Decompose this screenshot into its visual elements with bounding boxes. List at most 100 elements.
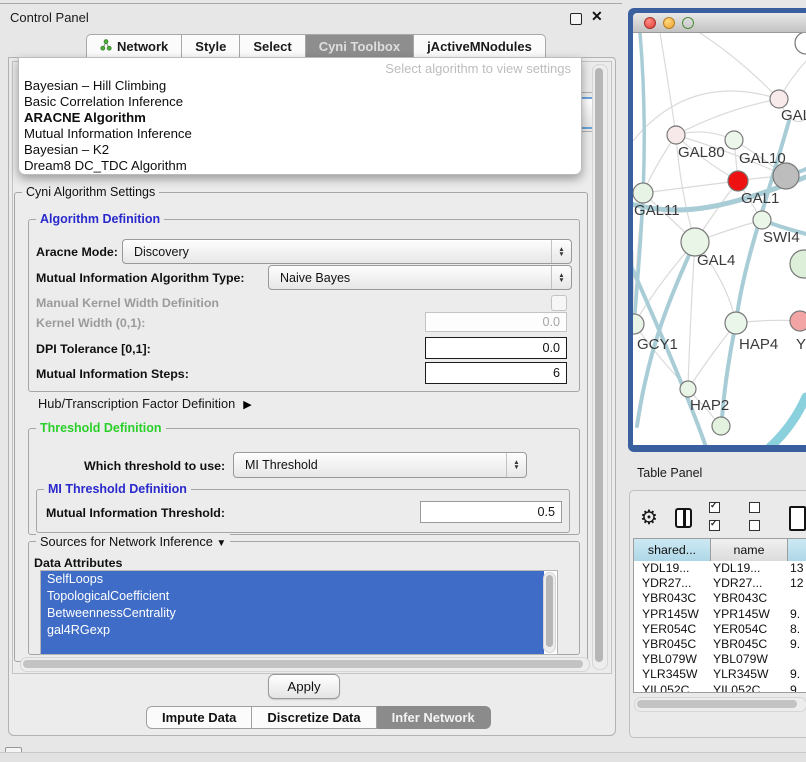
tab-cyni-toolbox[interactable]: Cyni Toolbox	[306, 34, 414, 58]
algorithm-item[interactable]: Basic Correlation Inference	[19, 94, 581, 110]
dpi-tolerance-field[interactable]: 0.0	[425, 337, 567, 359]
control-panel-top-border	[0, 3, 622, 4]
cell-shared: YER054C	[634, 622, 708, 637]
algorithm-item[interactable]: Bayesian – K2	[19, 142, 581, 158]
table-row[interactable]: YPR145WYPR145W9.	[634, 607, 806, 622]
kernel-width-label: Kernel Width (0,1):	[36, 316, 145, 330]
bottom-status-bar	[0, 752, 806, 762]
bottom-tabbar: Impute Data Discretize Data Infer Networ…	[146, 706, 491, 729]
zoom-traffic-light-icon[interactable]	[682, 17, 694, 29]
apply-button[interactable]: Apply	[268, 674, 340, 699]
hub-definition-label: Hub/Transcription Factor Definition	[38, 396, 235, 411]
cell-name: YBL079W	[708, 652, 782, 667]
network-node-gal11[interactable]	[633, 183, 653, 203]
network-node[interactable]	[712, 417, 730, 435]
cell-value	[782, 652, 806, 667]
network-node[interactable]	[790, 250, 806, 278]
node-label: SWI4	[763, 229, 800, 246]
table-row[interactable]: YDR27...YDR27...12	[634, 576, 806, 591]
sources-title: Sources for Network Inference	[40, 534, 213, 549]
node-label: HAP2	[690, 397, 729, 414]
network-node-hap2[interactable]	[680, 381, 696, 397]
algorithm-item[interactable]: Dream8 DC_TDC Algorithm	[19, 158, 581, 174]
network-node-y[interactable]	[790, 311, 806, 331]
which-threshold-combobox[interactable]: MI Threshold ▲▼	[233, 452, 527, 478]
which-threshold-value: MI Threshold	[245, 458, 318, 472]
combo-arrows-icon: ▲▼	[551, 266, 571, 289]
network-node-hap4[interactable]	[725, 312, 747, 334]
data-attributes-list: SelfLoops TopologicalCoefficient Between…	[40, 570, 558, 655]
table-row[interactable]: YDL19...YDL19...13	[634, 561, 806, 576]
aracne-mode-label: Aracne Mode:	[36, 245, 118, 259]
table-panel-toolbar: ⚙	[640, 502, 806, 534]
hub-definition-toggle[interactable]: Hub/Transcription Factor Definition▶	[38, 396, 252, 411]
tab-discretize-data[interactable]: Discretize Data	[252, 706, 376, 729]
network-node-gal[interactable]	[770, 90, 788, 108]
table-row[interactable]: YLR345WYLR345W9.	[634, 667, 806, 682]
settings-vertical-scrollbar[interactable]	[592, 64, 608, 670]
split-columns-icon[interactable]	[675, 508, 692, 528]
table-row[interactable]: YER054CYER054C8.	[634, 622, 806, 637]
column-header-shared[interactable]: shared...	[634, 539, 711, 561]
algorithm-item[interactable]: Mutual Information Inference	[19, 126, 581, 142]
cell-shared: YBR043C	[634, 591, 708, 606]
attribute-item[interactable]: TopologicalCoefficient	[41, 588, 557, 605]
column-header-cutoff[interactable]	[788, 539, 806, 561]
node-label: GCY1	[637, 336, 678, 353]
table-row[interactable]: YBR043CYBR043C	[634, 591, 806, 606]
attributes-list-scrollbar[interactable]	[543, 572, 556, 653]
mi-steps-field[interactable]: 6	[425, 362, 567, 384]
close-icon[interactable]: ✕	[591, 8, 603, 25]
table-horizontal-scrollbar[interactable]	[634, 697, 806, 712]
close-traffic-light-icon[interactable]	[644, 17, 656, 29]
sources-toggle[interactable]: Sources for Network Inference ▼	[36, 534, 230, 549]
network-window-titlebar[interactable]	[633, 13, 806, 33]
gear-icon[interactable]: ⚙	[640, 508, 658, 528]
show-columns-icon[interactable]	[709, 500, 732, 536]
new-document-icon[interactable]	[789, 506, 806, 531]
threshold-definition-title: Threshold Definition	[36, 421, 166, 435]
tab-jactivemnodules[interactable]: jActiveMNodules	[414, 34, 546, 58]
aracne-mode-combobox[interactable]: Discovery ▲▼	[122, 239, 572, 264]
cell-value: 8.	[782, 622, 806, 637]
mi-type-combobox[interactable]: Naive Bayes ▲▼	[268, 265, 572, 290]
table-row[interactable]: YBR045CYBR045C9.	[634, 637, 806, 652]
kernel-width-field[interactable]: 0.0	[425, 312, 567, 332]
aracne-mode-value: Discovery	[134, 245, 189, 259]
network-node-gcy1[interactable]	[633, 314, 644, 334]
manual-kernel-checkbox[interactable]	[551, 295, 567, 311]
hide-columns-icon[interactable]	[749, 500, 772, 536]
algorithm-item[interactable]: Bayesian – Hill Climbing	[19, 78, 581, 94]
node-label: Y	[796, 336, 806, 353]
network-node-gal1-selected[interactable]	[728, 171, 748, 191]
tab-impute-data[interactable]: Impute Data	[146, 706, 252, 729]
cell-name: YBR043C	[708, 591, 782, 606]
attribute-item[interactable]: BetweennessCentrality	[41, 605, 557, 622]
network-node-gal10[interactable]	[725, 131, 743, 149]
tab-discretize-data-label: Discretize Data	[267, 710, 360, 725]
column-header-name[interactable]: name	[711, 539, 788, 561]
node-label: GAL10	[739, 150, 786, 167]
mi-threshold-field[interactable]: 0.5	[420, 501, 562, 523]
network-node-swi4[interactable]	[753, 211, 771, 229]
attribute-item[interactable]: gal4RGexp	[41, 622, 557, 639]
cell-name: YER054C	[708, 622, 782, 637]
network-canvas[interactable]: GAL GAL80 GAL10 GAL1 GAL11 SWI4 GAL4 GCY…	[633, 33, 806, 445]
algorithm-item-selected[interactable]: ARACNE Algorithm	[19, 110, 581, 126]
network-node-gal80[interactable]	[667, 126, 685, 144]
tab-select[interactable]: Select	[240, 34, 305, 58]
network-node[interactable]	[795, 33, 806, 54]
float-window-icon[interactable]	[570, 13, 582, 25]
table-row-clipped[interactable]: YIL052CYIL052C9	[634, 683, 806, 692]
settings-horizontal-scrollbar[interactable]	[20, 657, 590, 672]
tab-network[interactable]: Network	[86, 34, 182, 58]
tab-style[interactable]: Style	[182, 34, 240, 58]
attribute-item[interactable]: SelfLoops	[41, 571, 557, 588]
data-attributes-label: Data Attributes	[34, 556, 122, 570]
cell-shared: YBR045C	[634, 637, 708, 652]
which-threshold-label: Which threshold to use:	[84, 459, 225, 473]
cell-shared: YIL052C	[634, 683, 708, 692]
table-row[interactable]: YBL079WYBL079W	[634, 652, 806, 667]
tab-infer-network[interactable]: Infer Network	[377, 706, 491, 729]
minimize-traffic-light-icon[interactable]	[663, 17, 675, 29]
